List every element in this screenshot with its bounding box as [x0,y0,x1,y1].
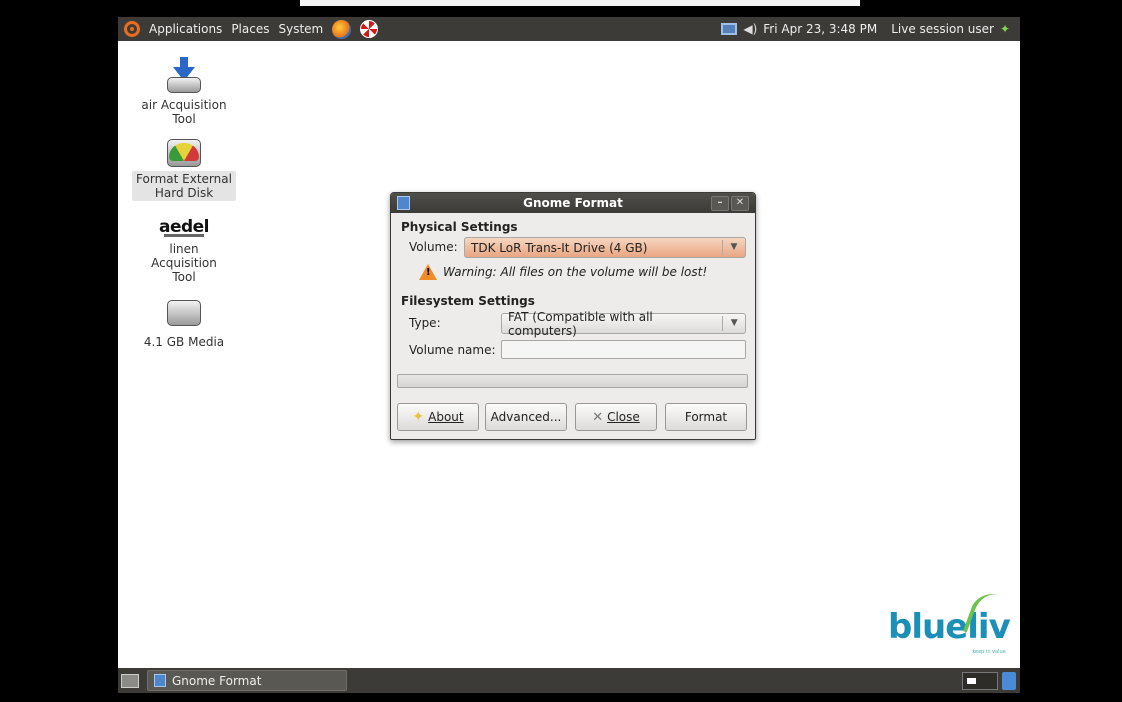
format-label: Format [684,410,728,424]
menu-system[interactable]: System [278,22,323,36]
show-desktop-icon[interactable] [121,673,139,688]
gnome-format-dialog: Gnome Format – ✕ Physical Settings Volum… [390,192,756,440]
type-combobox[interactable]: FAT (Compatible with all computers) ▼ [501,310,746,338]
logo-tagline: keep in value [972,649,1006,655]
blueliv-logo: blueliv keep in value [888,587,1011,655]
desktop-icon-air-acquisition[interactable]: air Acquisition Tool [129,57,239,127]
filesystem-settings-heading: Filesystem Settings [401,294,535,308]
desktop-icon-label: linen Acquisition Tool [151,242,217,284]
physical-settings-heading: Physical Settings [401,220,518,234]
minimize-button[interactable]: – [711,195,729,211]
desktop-icon-label: Format External Hard Disk [132,171,236,201]
app-icon [154,674,166,687]
close-label: Close [607,410,640,424]
about-label: About [428,410,464,424]
session-runner-icon[interactable]: ✦ [1000,22,1010,36]
type-label: Type: [409,316,441,330]
about-button[interactable]: ✦ About [397,403,479,431]
warning-message: ! Warning: All files on the volume will … [419,264,707,280]
bottom-panel: Gnome Format [118,668,1020,693]
about-star-icon: ✦ [412,409,425,425]
desktop-icon-label: 4.1 GB Media [143,335,225,349]
drive-icon [167,300,201,326]
task-label: Gnome Format [172,673,262,688]
format-button[interactable]: Format [665,403,747,431]
aedel-logo: aedel [158,217,210,237]
trash-icon[interactable] [1002,671,1016,690]
menu-applications[interactable]: Applications [149,22,222,36]
volume-name-label: Volume name: [409,343,496,357]
menu-places[interactable]: Places [231,22,269,36]
chevron-down-icon: ▼ [722,316,745,331]
advanced-label: Advanced... [490,410,562,424]
advanced-button[interactable]: Advanced... [485,403,567,431]
format-progress-bar [397,374,748,388]
dialog-title: Gnome Format [523,196,623,210]
chevron-down-icon: ▼ [722,240,745,255]
clock[interactable]: Fri Apr 23, 3:48 PM [763,22,877,36]
taskbar-item-gnome-format[interactable]: Gnome Format [147,670,347,691]
type-value: FAT (Compatible with all computers) [508,309,653,338]
volume-icon[interactable]: ◀) [743,22,757,36]
close-icon: ✕ [592,409,604,425]
dialog-titlebar[interactable]: Gnome Format – ✕ [391,193,755,213]
workspace-switcher[interactable] [962,671,998,690]
top-panel: Applications Places System ◀) Fri Apr 23… [118,17,1020,41]
network-icon[interactable] [721,23,738,35]
warning-icon: ! [419,264,437,280]
close-button[interactable]: ✕ Close [575,403,657,431]
volume-name-input[interactable] [501,340,746,359]
desktop-icon-linen-acquisition[interactable]: aedel linen Acquisition Tool [129,217,239,285]
ubuntu-logo-icon[interactable] [124,21,140,37]
volume-value: TDK LoR Trans-It Drive (4 GB) [471,240,648,255]
close-window-button[interactable]: ✕ [731,195,749,211]
volume-label: Volume: [409,240,458,254]
session-user[interactable]: Live session user [891,22,994,36]
desktop-icon-label: air Acquisition Tool [141,98,227,126]
volume-combobox[interactable]: TDK LoR Trans-It Drive (4 GB) ▼ [464,237,746,258]
main-menu: Applications Places System [124,19,379,39]
panel-indicators: ◀) Fri Apr 23, 3:48 PM Live session user… [721,22,1010,36]
disk-gauge-icon [167,139,201,167]
top-edge-strip [300,0,860,6]
download-arrow-icon [180,57,188,67]
desktop-screen: Applications Places System ◀) Fri Apr 23… [118,17,1020,693]
desktop-icon-format-disk[interactable]: Format External Hard Disk [129,139,239,201]
warning-text: Warning: All files on the volume will be… [443,265,708,279]
help-lifebuoy-icon[interactable] [360,20,379,38]
firefox-icon[interactable] [332,19,352,39]
desktop-icon-media[interactable]: 4.1 GB Media [129,300,239,350]
